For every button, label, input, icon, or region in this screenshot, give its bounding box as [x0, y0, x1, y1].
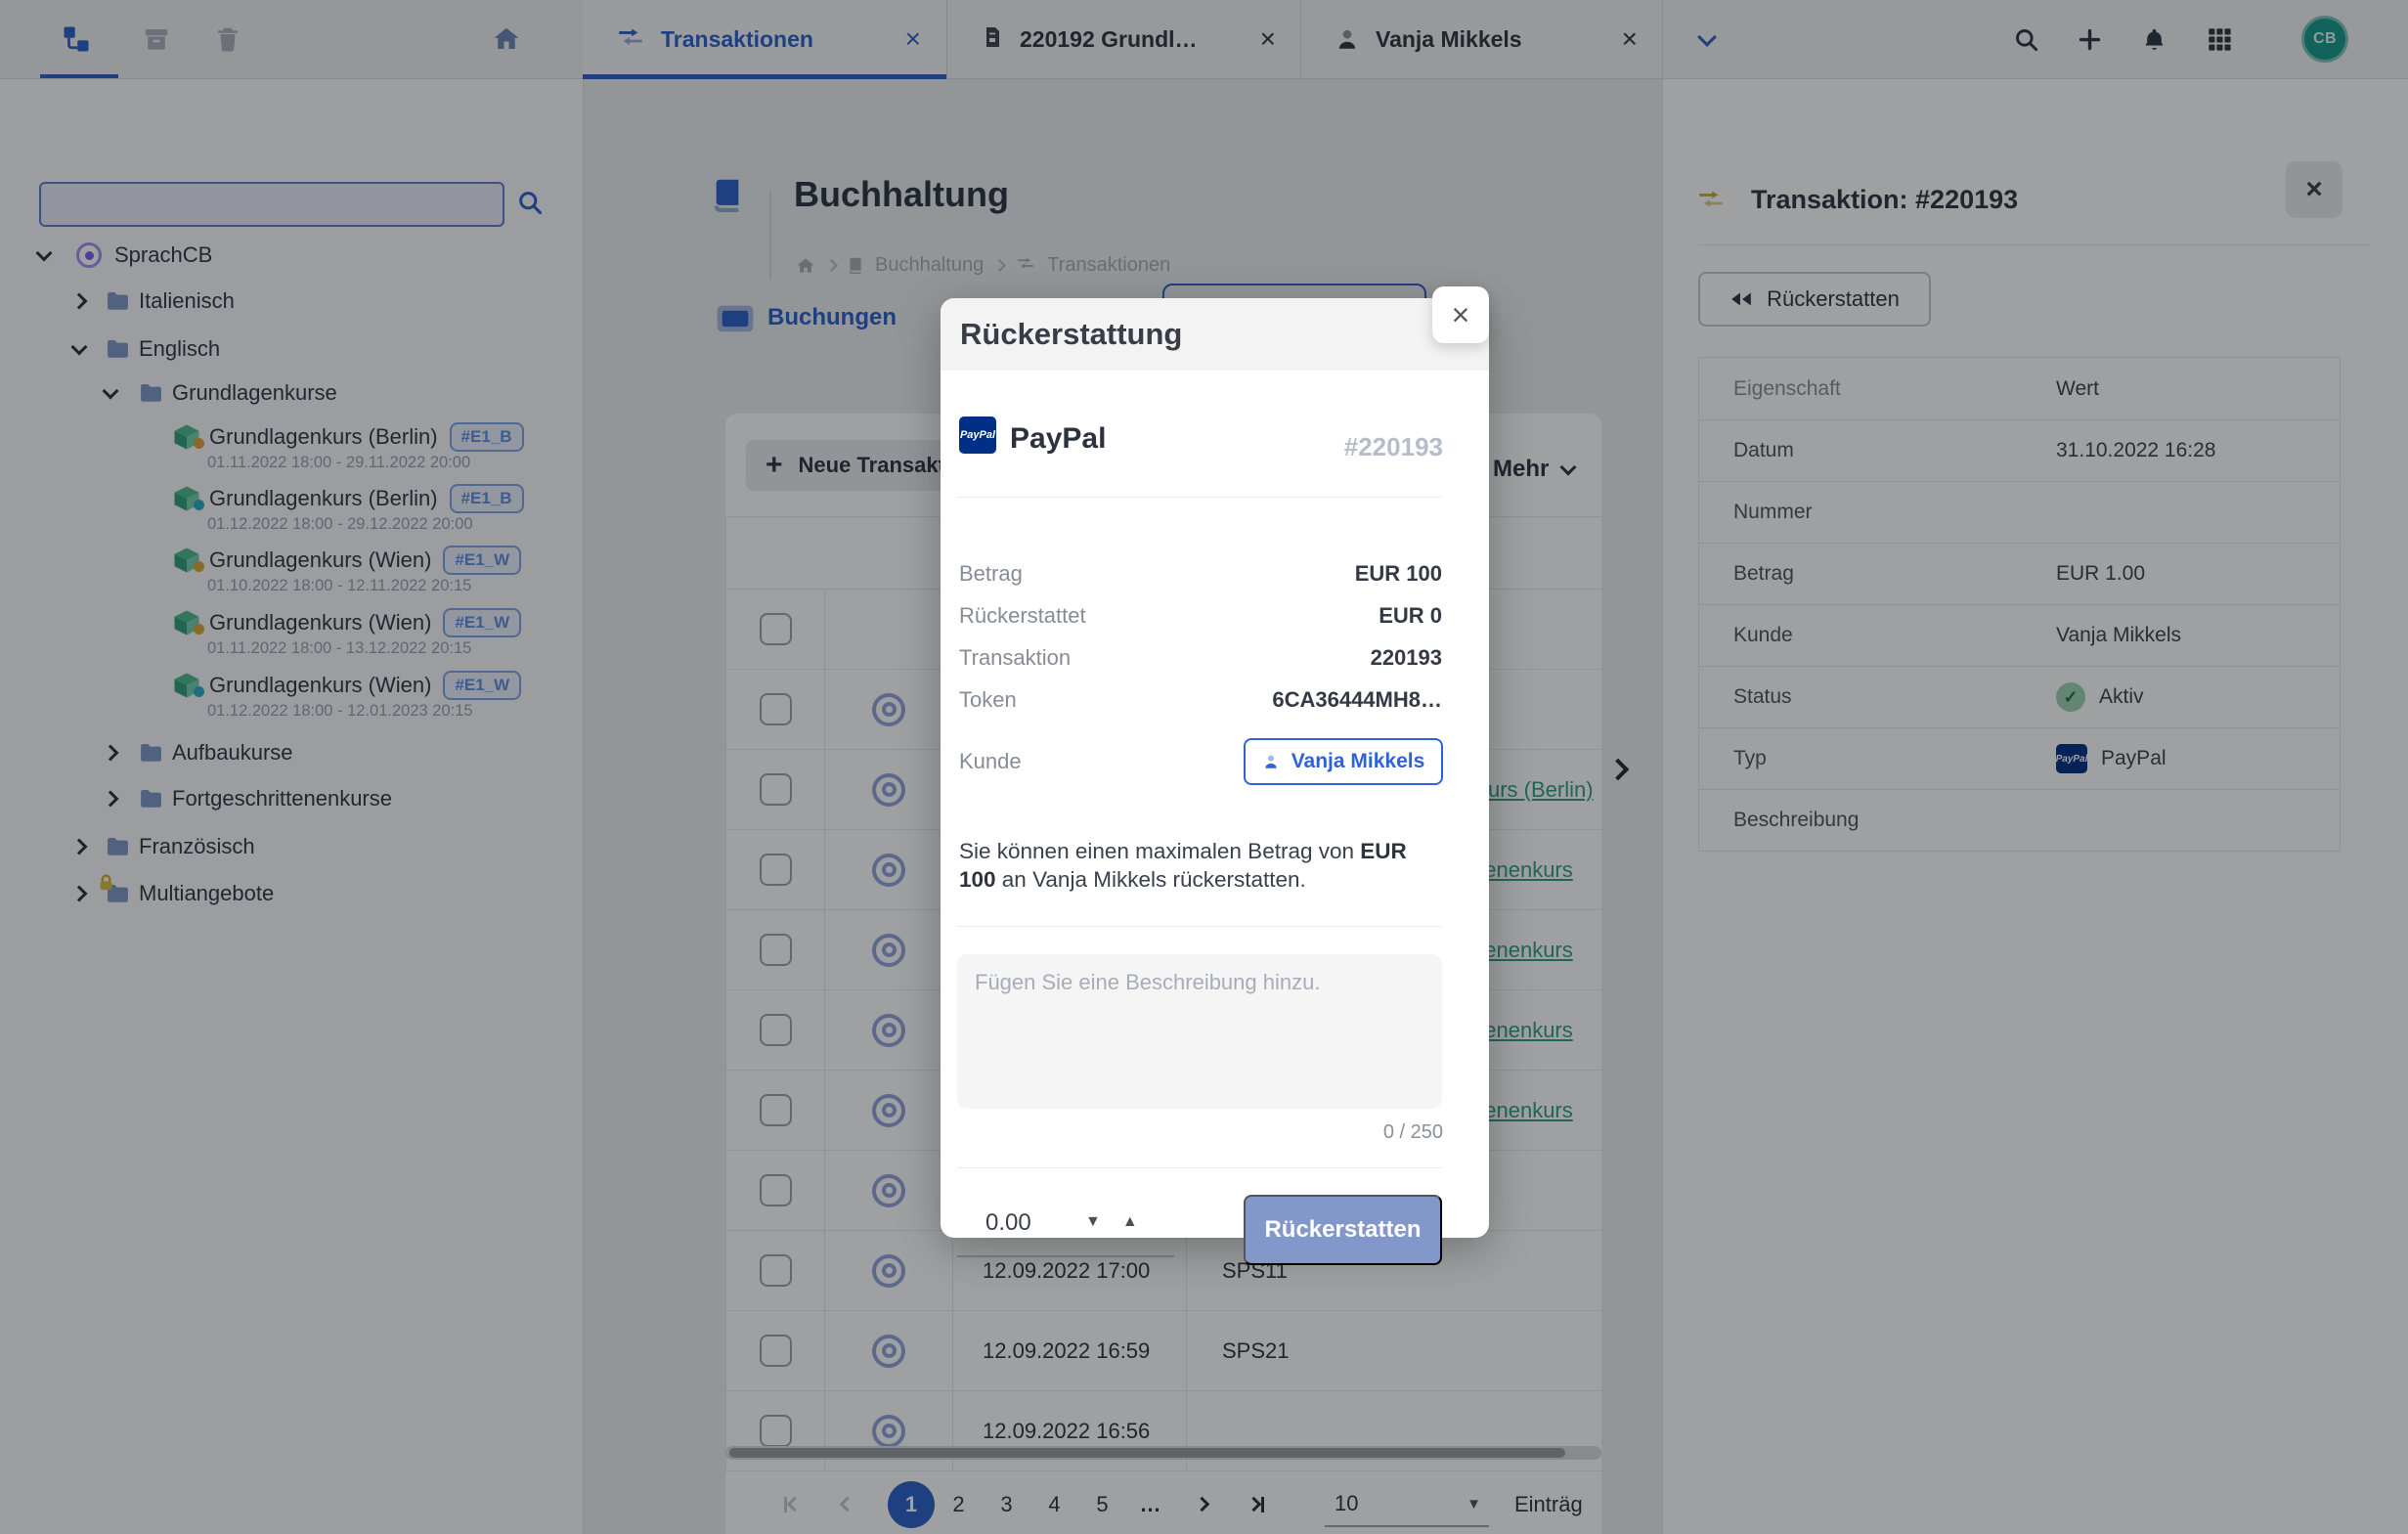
stepper-up-icon[interactable]: ▲: [1122, 1213, 1138, 1231]
stepper-down-icon[interactable]: ▼: [1085, 1213, 1101, 1231]
transaction-reference: #220193: [1344, 432, 1443, 462]
app-root: SprachCB Italienisch Englisch Grundlagen…: [0, 0, 2408, 1534]
refund-submit-button[interactable]: Rückerstatten: [1244, 1195, 1442, 1265]
textarea-placeholder: Fügen Sie eine Beschreibung hinzu.: [975, 970, 1320, 994]
field-rueckerstattet: RückerstattetEUR 0: [959, 601, 1442, 631]
customer-button[interactable]: Vanja Mikkels: [1244, 738, 1443, 785]
field-token: Token6CA36444MH8…: [959, 685, 1442, 715]
provider-name: PayPal: [1010, 422, 1106, 456]
divider: [957, 1167, 1442, 1168]
modal-header: Rückerstattung: [941, 298, 1489, 371]
person-icon: [1262, 753, 1280, 770]
field-transaktion: Transaktion220193: [959, 643, 1442, 673]
field-betrag: BetragEUR 100: [959, 559, 1442, 589]
char-counter: 0 / 250: [1383, 1121, 1443, 1144]
divider: [957, 497, 1442, 498]
paypal-logo: PayPal: [959, 416, 996, 454]
modal-title: Rückerstattung: [960, 317, 1182, 352]
description-textarea[interactable]: Fügen Sie eine Beschreibung hinzu.: [957, 954, 1442, 1109]
divider: [957, 926, 1442, 927]
refund-info-text: Sie können einen maximalen Betrag von EU…: [959, 837, 1444, 894]
modal-close-button[interactable]: ×: [1432, 286, 1489, 343]
amount-underline: [957, 1255, 1174, 1257]
amount-input[interactable]: 0.00: [985, 1209, 1031, 1237]
customer-name: Vanja Mikkels: [1292, 750, 1425, 773]
refund-modal: Rückerstattung PayPal PayPal #220193 Bet…: [941, 298, 1489, 1238]
